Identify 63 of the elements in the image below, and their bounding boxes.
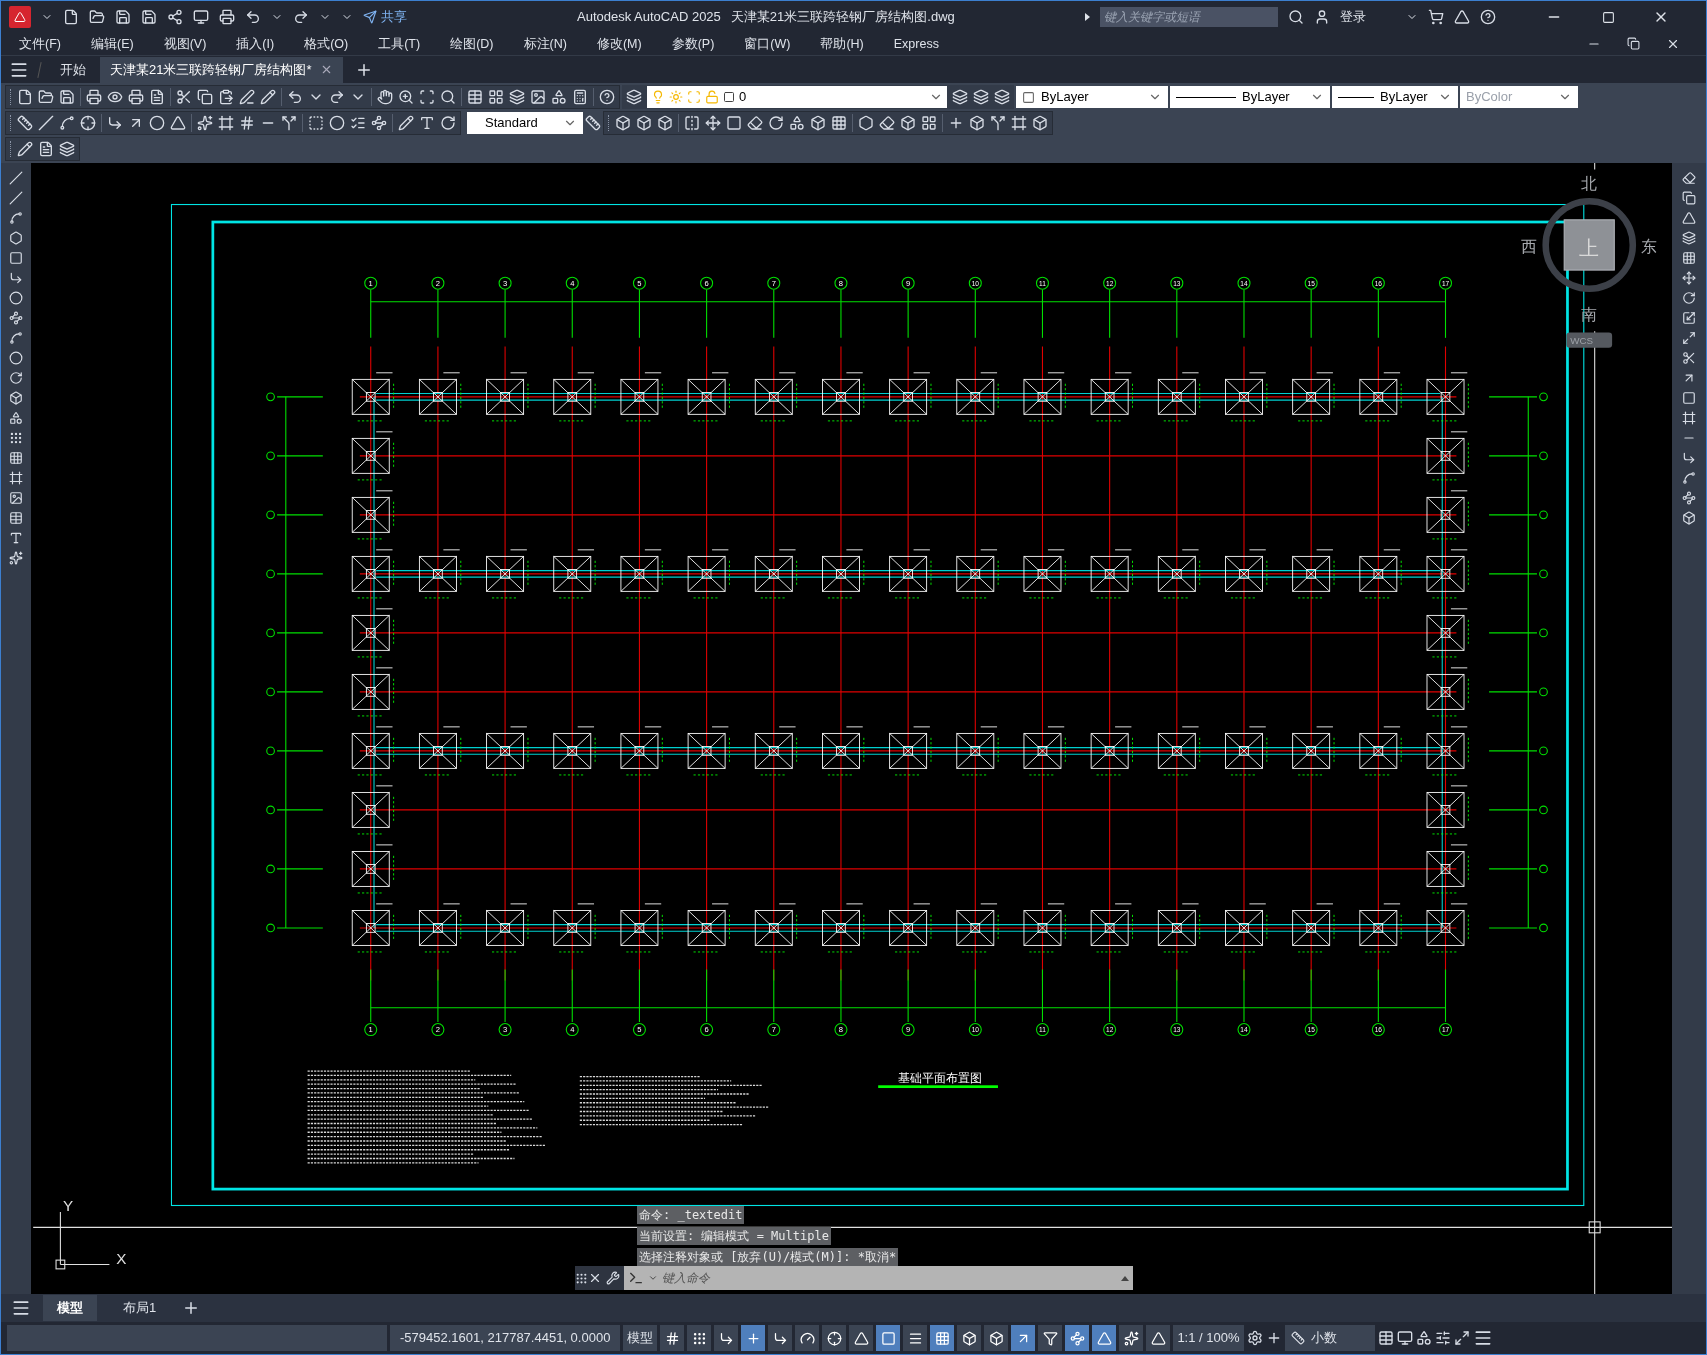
- menu-item[interactable]: 参数(P): [671, 34, 715, 54]
- axis-y-label: Y: [62, 1196, 74, 1214]
- axis-label: 8: [838, 278, 844, 288]
- axis-label: 6: [704, 1025, 709, 1035]
- menu-item[interactable]: 帮助(H): [820, 34, 864, 54]
- sign-in-button[interactable]: 登录: [1339, 7, 1366, 27]
- axis-label: 6: [704, 278, 709, 288]
- axis-label: 3: [502, 278, 508, 288]
- menu-item[interactable]: 格式(O): [304, 34, 349, 54]
- units-dropdown[interactable]: 小数: [1284, 1325, 1375, 1351]
- axis-label: 1: [368, 278, 373, 288]
- document-tab[interactable]: 开始: [50, 56, 96, 83]
- lineweight-value: ByLayer: [1380, 88, 1428, 107]
- layer-name: 0: [739, 88, 747, 107]
- axis-label: 2: [435, 278, 441, 288]
- document-tab[interactable]: 天津某21米三联跨轻钢厂房结构图*: [100, 56, 343, 83]
- text-style-value: Standard: [485, 114, 538, 133]
- linetype-value: ByLayer: [1242, 88, 1290, 107]
- menu-item[interactable]: 插入(I): [236, 34, 275, 54]
- axis-x-label: X: [116, 1250, 127, 1268]
- file-name: 天津某21米三联跨轻钢厂房结构图.dwg: [730, 8, 955, 27]
- axis-label: 4: [570, 278, 575, 288]
- compass-north[interactable]: 北: [1581, 174, 1598, 193]
- color-value: ByLayer: [1041, 88, 1089, 107]
- axis-label: 7: [771, 278, 776, 288]
- menu-item[interactable]: 窗口(W): [744, 34, 791, 54]
- axis-label: 1: [368, 1025, 373, 1035]
- share-button[interactable]: 共享: [363, 7, 407, 27]
- compass-east[interactable]: 东: [1641, 236, 1658, 255]
- search-field[interactable]: 键入关键字或短语: [1099, 7, 1278, 27]
- axis-label: 7: [771, 1025, 776, 1035]
- app-title: Autodesk AutoCAD 2025: [577, 8, 721, 27]
- command-input[interactable]: 键入命令: [662, 1269, 1117, 1287]
- coordinates-display[interactable]: -579452.1601, 217787.4451, 0.0000: [390, 1325, 621, 1351]
- layout-tab[interactable]: 布局1: [109, 1295, 171, 1321]
- drawing-title: 基础平面布置图: [898, 1071, 983, 1085]
- menu-item[interactable]: 绘图(D): [450, 34, 494, 54]
- axis-label: 9: [906, 1025, 911, 1035]
- axis-label: 4: [570, 1025, 575, 1035]
- command-field[interactable]: 键入命令: [624, 1266, 1133, 1290]
- menu-item[interactable]: Express: [893, 34, 939, 54]
- axis-label: 8: [838, 1025, 844, 1035]
- lineweight-dropdown[interactable]: ByLayer: [1332, 86, 1458, 108]
- axis-label: 5: [637, 278, 642, 288]
- menu-item[interactable]: 修改(M): [596, 34, 642, 54]
- plot-style-value: ByColor: [1466, 88, 1513, 107]
- axis-label: 9: [906, 278, 911, 288]
- menu-item[interactable]: 文件(F): [19, 34, 61, 54]
- menu-item[interactable]: 标注(N): [523, 34, 567, 54]
- layout-tab[interactable]: 模型: [43, 1295, 97, 1321]
- text-style-dropdown[interactable]: Standard: [467, 112, 583, 134]
- axis-label: 5: [637, 1025, 642, 1035]
- annotation-scale-dropdown[interactable]: 1:1 / 100%: [1173, 1325, 1244, 1351]
- menu-item[interactable]: 视图(V): [163, 34, 207, 54]
- compass-west[interactable]: 西: [1521, 236, 1538, 255]
- axis-label: 2: [435, 1025, 441, 1035]
- linetype-dropdown[interactable]: ByLayer: [1170, 86, 1330, 108]
- menu-item[interactable]: 编辑(E): [90, 34, 134, 54]
- menu-item[interactable]: 工具(T): [378, 34, 421, 54]
- layer-dropdown[interactable]: 0: [647, 86, 947, 108]
- axis-label: 3: [502, 1025, 508, 1035]
- color-dropdown[interactable]: ByLayer: [1016, 86, 1168, 108]
- model-space-button[interactable]: 模型: [623, 1325, 658, 1351]
